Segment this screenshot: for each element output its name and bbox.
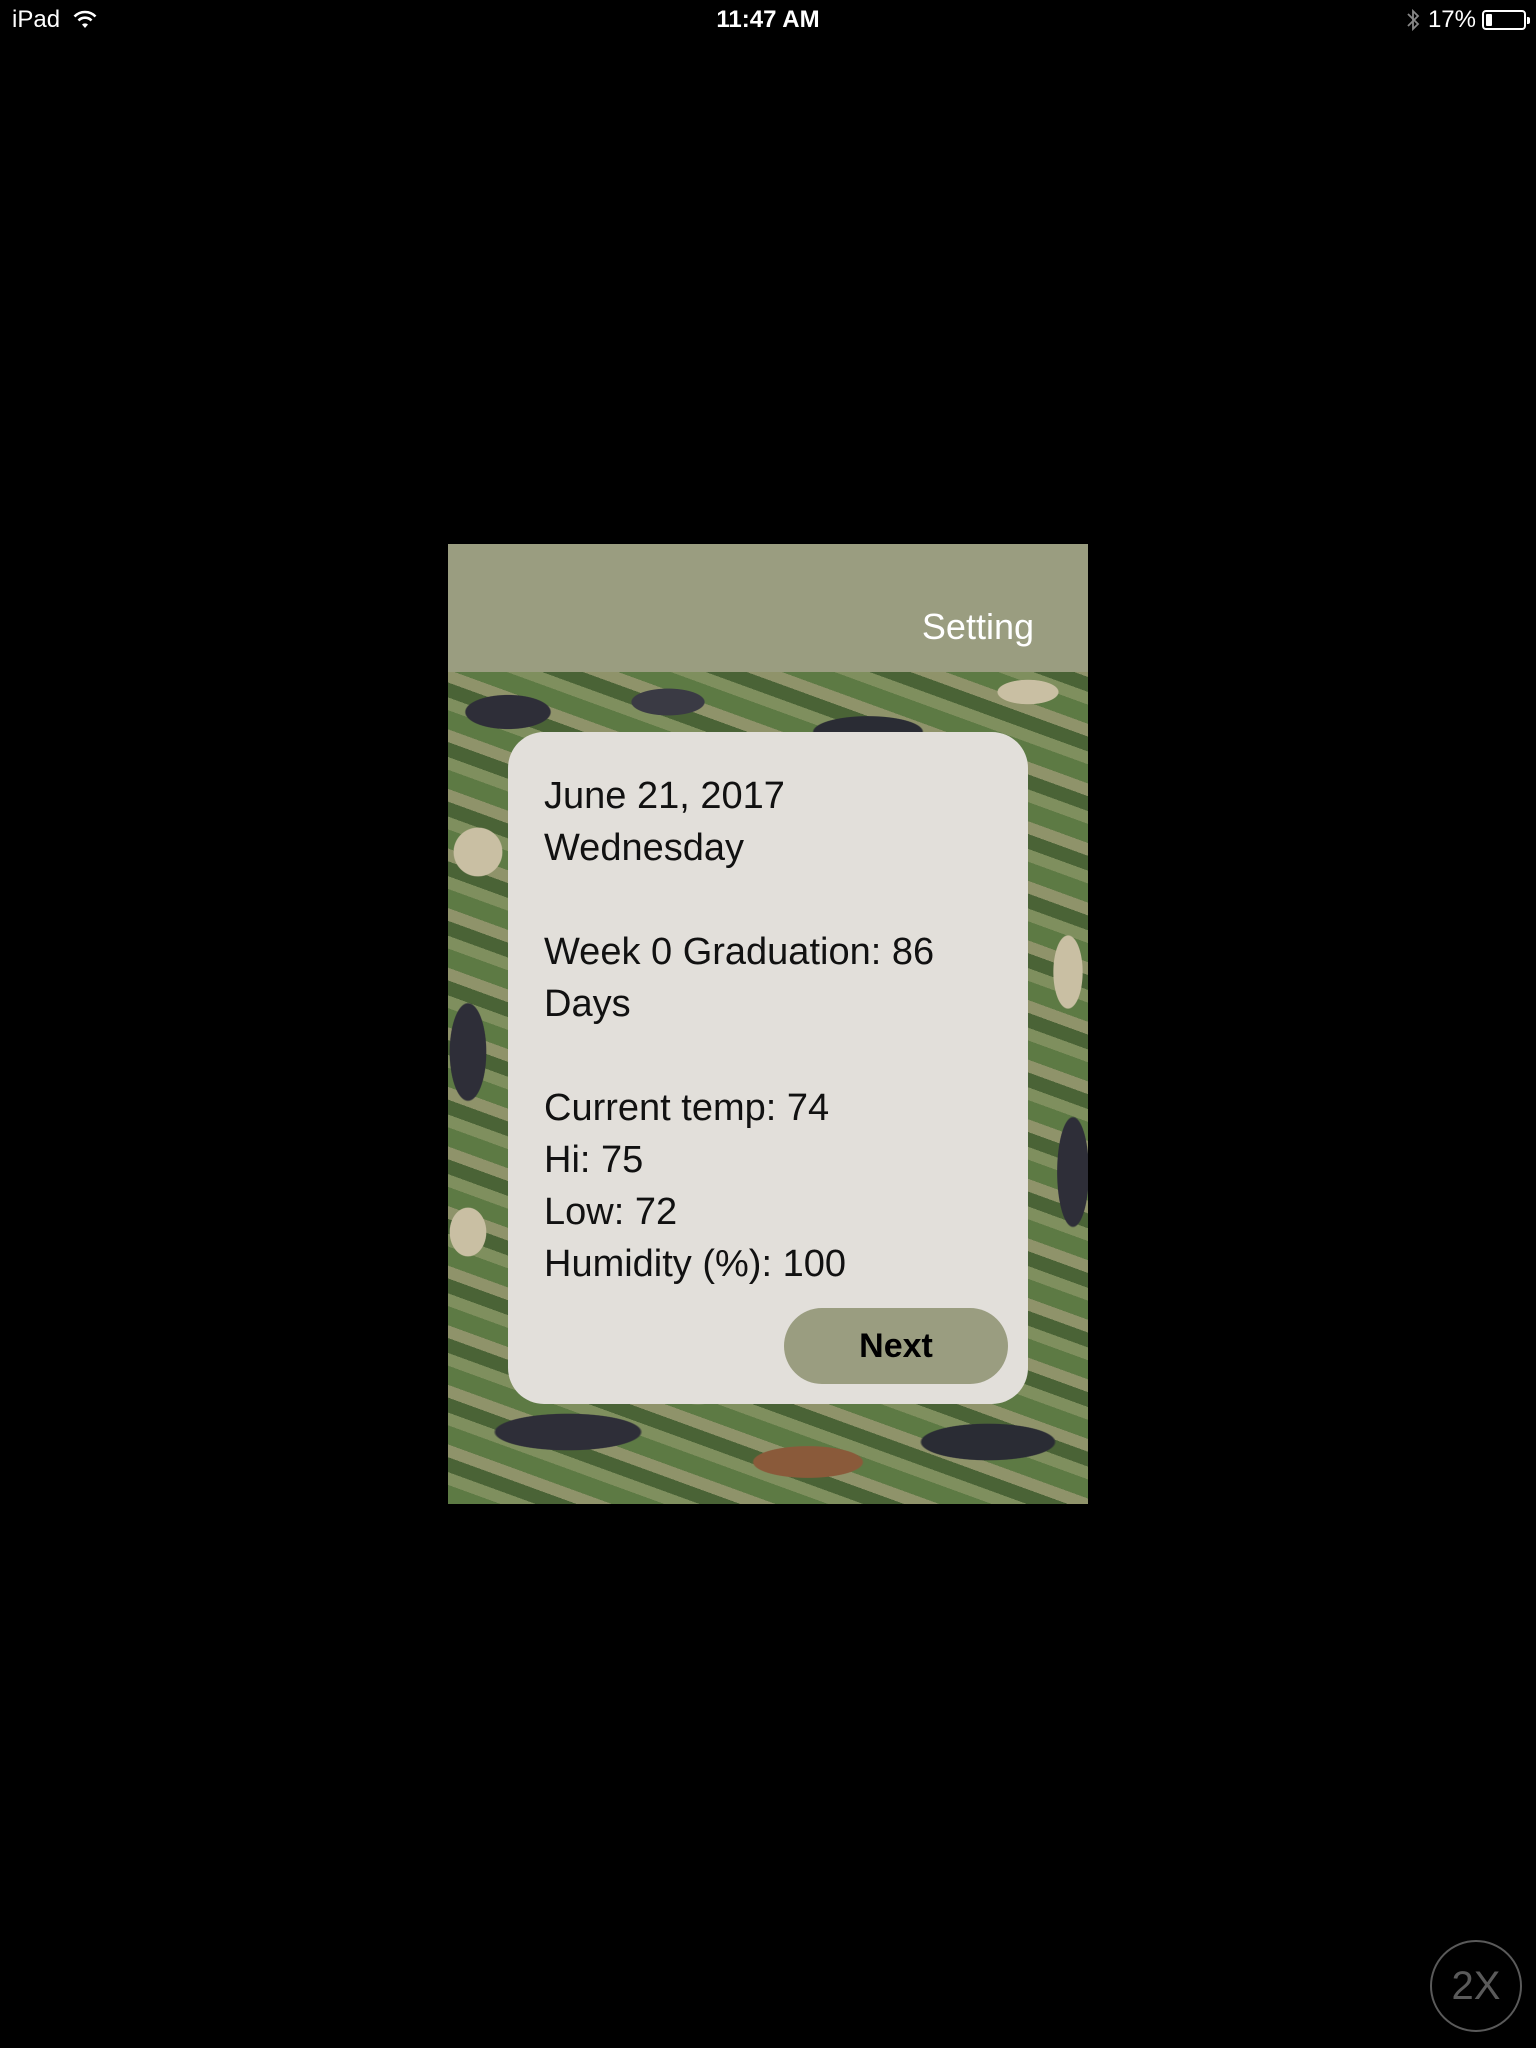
humidity-text: Humidity (%): 100 bbox=[544, 1243, 846, 1285]
battery-icon bbox=[1482, 10, 1530, 30]
app-window: Setting June 21, 2017 Wednesday Week 0 G… bbox=[448, 544, 1088, 1504]
low-temp-text: Low: 72 bbox=[544, 1191, 678, 1233]
date-text: June 21, 2017 bbox=[544, 775, 785, 817]
graduation-countdown-text: Week 0 Graduation: 86 bbox=[544, 931, 935, 973]
bluetooth-icon bbox=[1407, 8, 1420, 32]
status-bar: iPad 11:47 AM 17% bbox=[0, 0, 1536, 40]
battery-percent: 17% bbox=[1427, 6, 1476, 33]
info-card: June 21, 2017 Wednesday Week 0 Graduatio… bbox=[508, 732, 1028, 1404]
nav-bar: Setting bbox=[448, 544, 1088, 672]
current-temp-text: Current temp: 74 bbox=[544, 1087, 830, 1129]
weekday-text: Wednesday bbox=[544, 827, 744, 869]
status-right: 17% bbox=[1406, 6, 1530, 34]
graduation-days-text: Days bbox=[544, 983, 631, 1025]
next-button[interactable]: Next bbox=[784, 1308, 1008, 1384]
setting-button[interactable]: Setting bbox=[922, 606, 1034, 648]
high-temp-text: Hi: 75 bbox=[544, 1139, 644, 1181]
status-time: 11:47 AM bbox=[716, 6, 820, 33]
battery-fill bbox=[1486, 14, 1492, 26]
zoom-2x-button[interactable]: 2X bbox=[1430, 1940, 1522, 2032]
